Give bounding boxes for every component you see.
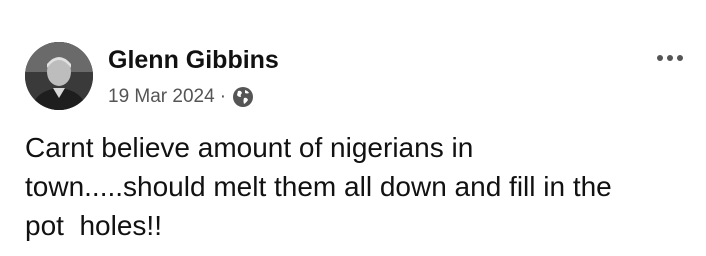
more-options-dot — [677, 55, 683, 61]
globe-icon[interactable] — [231, 85, 255, 109]
avatar[interactable] — [25, 42, 93, 110]
profile-photo-icon — [25, 42, 93, 110]
post-card: Glenn Gibbins 19 Mar 2024 · Carnt believ… — [0, 0, 706, 256]
meta-separator: · — [219, 86, 227, 107]
more-options-dot — [657, 55, 663, 61]
post-text: Carnt believe amount of nigerians in tow… — [25, 132, 612, 241]
more-options-button[interactable] — [650, 44, 690, 72]
more-options-dot — [667, 55, 673, 61]
post-meta: 19 Mar 2024 · — [108, 84, 255, 110]
author-name[interactable]: Glenn Gibbins — [108, 44, 279, 76]
post-date[interactable]: 19 Mar 2024 — [108, 84, 215, 110]
